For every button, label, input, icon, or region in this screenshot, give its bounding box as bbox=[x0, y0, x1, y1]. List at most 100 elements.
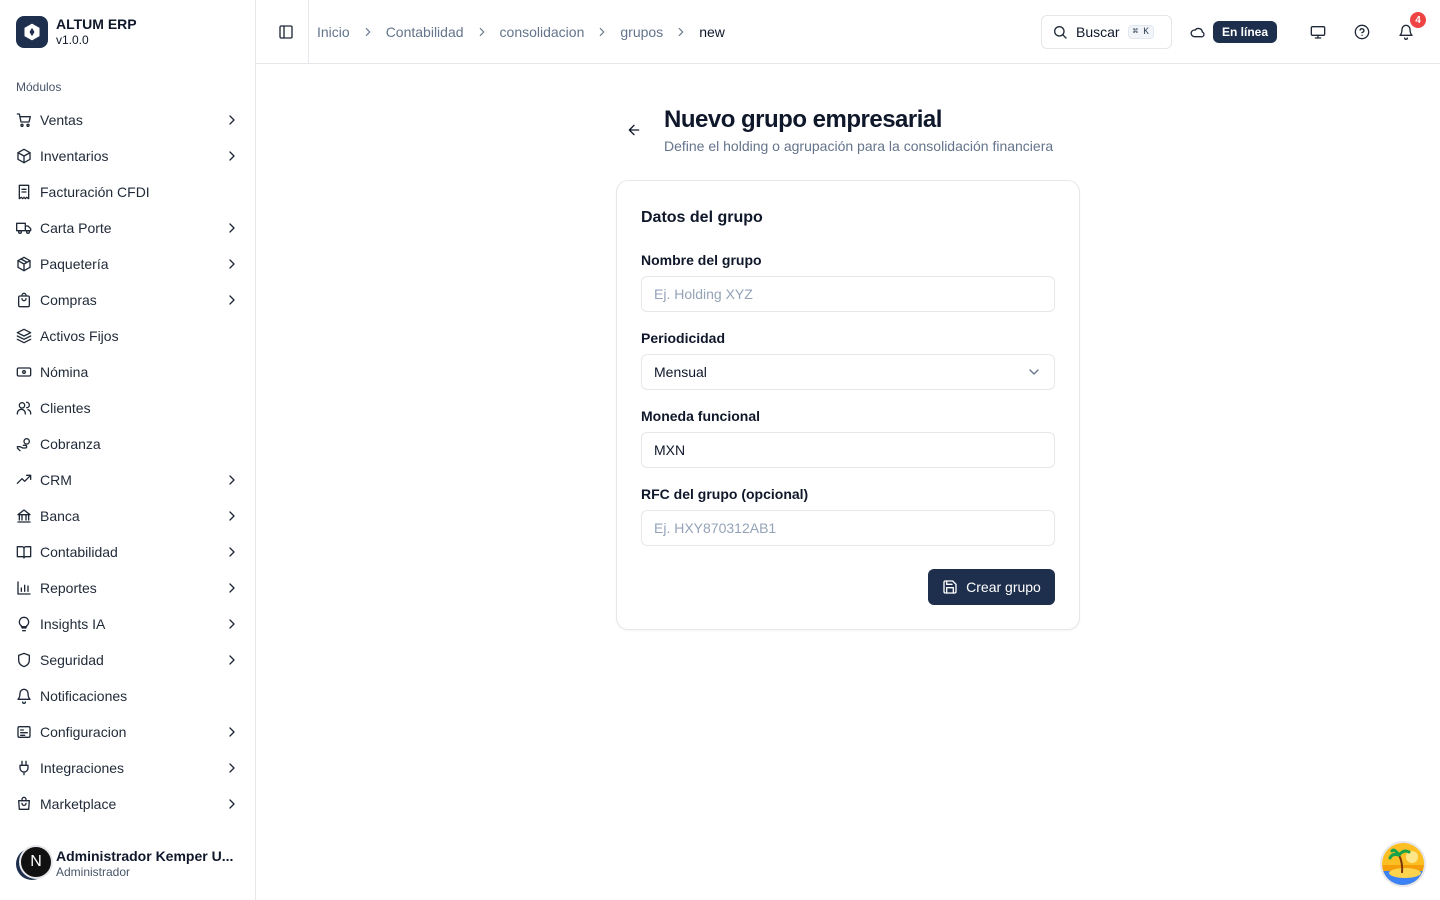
bell-icon bbox=[16, 688, 32, 704]
currency-label: Moneda funcional bbox=[641, 408, 760, 424]
toggle-sidebar-button[interactable] bbox=[276, 22, 296, 42]
chevron-right-icon bbox=[224, 616, 240, 632]
sidebar-item-carta-porte[interactable]: Carta Porte bbox=[8, 210, 248, 246]
monitor-button[interactable] bbox=[1308, 22, 1328, 42]
bell-icon bbox=[1399, 24, 1413, 40]
periodicity-value: Mensual bbox=[654, 364, 707, 380]
user-name: Administrador Kemper U... bbox=[56, 848, 234, 864]
chevron-right-icon bbox=[224, 580, 240, 596]
sidebar-item-banca[interactable]: Banca bbox=[8, 498, 248, 534]
chevron-right-icon bbox=[224, 724, 240, 740]
sidebar-item-integraciones[interactable]: Integraciones bbox=[8, 750, 248, 786]
sliders-icon bbox=[16, 724, 32, 740]
rfc-input[interactable] bbox=[641, 510, 1055, 546]
sidebar-item-label: Nómina bbox=[40, 364, 89, 380]
sidebar-item-label: Seguridad bbox=[40, 652, 104, 668]
arrow-left-icon bbox=[628, 124, 640, 136]
sidebar-item-compras[interactable]: Compras bbox=[8, 282, 248, 318]
create-group-button[interactable]: Crear grupo bbox=[928, 569, 1055, 605]
help-button[interactable] bbox=[1352, 22, 1372, 42]
sidebar-item-inventarios[interactable]: Inventarios bbox=[8, 138, 248, 174]
breadcrumb-grupos[interactable]: grupos bbox=[620, 24, 663, 40]
user-menu[interactable]: N Administrador Kemper U... Administrado… bbox=[16, 844, 240, 884]
breadcrumb-contabilidad[interactable]: Contabilidad bbox=[386, 24, 464, 40]
sidebar-item-contabilidad[interactable]: Contabilidad bbox=[8, 534, 248, 570]
chevron-right-icon bbox=[674, 25, 688, 39]
sidebar-item-label: Ventas bbox=[40, 112, 83, 128]
search-button[interactable]: Buscar ⌘ K bbox=[1041, 15, 1172, 49]
sidebar-item-label: Insights IA bbox=[40, 616, 106, 632]
sidebar-item-seguridad[interactable]: Seguridad bbox=[8, 642, 248, 678]
assistant-avatar-button[interactable] bbox=[1380, 841, 1426, 887]
sidebar-item-nomina[interactable]: Nómina bbox=[8, 354, 248, 390]
brand-name: ALTUM ERP bbox=[56, 16, 137, 32]
sidebar-item-label: Banca bbox=[40, 508, 80, 524]
status-badge: En línea bbox=[1213, 21, 1278, 43]
sidebar-item-crm[interactable]: CRM bbox=[8, 462, 248, 498]
sidebar-item-label: Paquetería bbox=[40, 256, 109, 272]
back-button[interactable] bbox=[624, 120, 644, 140]
rfc-label: RFC del grupo (opcional) bbox=[641, 486, 809, 502]
sidebar-item-label: Activos Fijos bbox=[40, 328, 119, 344]
sidebar-item-label: Contabilidad bbox=[40, 544, 118, 560]
header-divider bbox=[308, 0, 309, 64]
banknote-icon bbox=[16, 364, 32, 380]
group-name-label: Nombre del grupo bbox=[641, 252, 762, 268]
sidebar-item-configuracion[interactable]: Configuracion bbox=[8, 714, 248, 750]
notification-count-badge: 4 bbox=[1410, 12, 1426, 28]
box-icon bbox=[16, 148, 32, 164]
chevron-right-icon bbox=[224, 652, 240, 668]
sidebar-item-notificaciones[interactable]: Notificaciones bbox=[8, 678, 248, 714]
store-icon bbox=[16, 796, 32, 812]
chevron-right-icon bbox=[224, 292, 240, 308]
chevron-right-icon bbox=[224, 112, 240, 128]
search-icon bbox=[1054, 26, 1067, 39]
brand-logo-icon bbox=[16, 16, 48, 48]
hand-coins-icon bbox=[16, 436, 32, 452]
card-title: Datos del grupo bbox=[641, 209, 763, 226]
book-icon bbox=[16, 544, 32, 560]
users-icon bbox=[16, 400, 32, 416]
periodicity-select[interactable]: Mensual bbox=[641, 354, 1055, 390]
sidebar-item-label: Clientes bbox=[40, 400, 91, 416]
sidebar-item-clientes[interactable]: Clientes bbox=[8, 390, 248, 426]
sidebar-item-ventas[interactable]: Ventas bbox=[8, 102, 248, 138]
truck-icon bbox=[16, 220, 32, 236]
sidebar-item-insights-ia[interactable]: Insights IA bbox=[8, 606, 248, 642]
sidebar-item-cobranza[interactable]: Cobranza bbox=[8, 426, 248, 462]
package-icon bbox=[16, 256, 32, 272]
page-title: Nuevo grupo empresarial bbox=[664, 106, 942, 133]
chevron-right-icon bbox=[224, 544, 240, 560]
sidebar-item-label: Compras bbox=[40, 292, 97, 308]
chevron-right-icon bbox=[224, 256, 240, 272]
sidebar-nav: Ventas Inventarios Facturación CFDI Cart… bbox=[8, 102, 248, 836]
breadcrumb-consolidacion[interactable]: consolidacion bbox=[500, 24, 585, 40]
create-group-label: Crear grupo bbox=[966, 579, 1041, 595]
group-form-card: Datos del grupo Nombre del grupo Periodi… bbox=[616, 180, 1080, 630]
group-name-input[interactable] bbox=[641, 276, 1055, 312]
sidebar-item-reportes[interactable]: Reportes bbox=[8, 570, 248, 606]
modules-section-label: Módulos bbox=[16, 80, 62, 94]
sidebar-item-facturacion-cfdi[interactable]: Facturación CFDI bbox=[8, 174, 248, 210]
chevron-right-icon bbox=[224, 472, 240, 488]
sidebar-item-activos-fijos[interactable]: Activos Fijos bbox=[8, 318, 248, 354]
brand[interactable]: ALTUM ERP v1.0.0 bbox=[16, 16, 137, 48]
save-icon bbox=[943, 580, 957, 594]
chevron-right-icon bbox=[224, 148, 240, 164]
sidebar-item-label: Cobranza bbox=[40, 436, 101, 452]
user-role: Administrador bbox=[56, 865, 131, 879]
sidebar-item-label: Reportes bbox=[40, 580, 97, 596]
island-avatar-icon bbox=[1382, 843, 1424, 885]
chevron-right-icon bbox=[475, 25, 489, 39]
breadcrumb-inicio[interactable]: Inicio bbox=[317, 24, 350, 40]
page-subtitle: Define el holding o agrupación para la c… bbox=[664, 138, 1054, 154]
chevron-right-icon bbox=[595, 25, 609, 39]
sidebar-item-label: CRM bbox=[40, 472, 72, 488]
sidebar-item-paqueteria[interactable]: Paquetería bbox=[8, 246, 248, 282]
cart-icon bbox=[16, 112, 32, 128]
lightbulb-icon bbox=[16, 616, 32, 632]
avatar: N bbox=[16, 845, 53, 880]
currency-input[interactable] bbox=[641, 432, 1055, 468]
sidebar-item-marketplace[interactable]: Marketplace bbox=[8, 786, 248, 822]
receipt-icon bbox=[16, 184, 32, 200]
